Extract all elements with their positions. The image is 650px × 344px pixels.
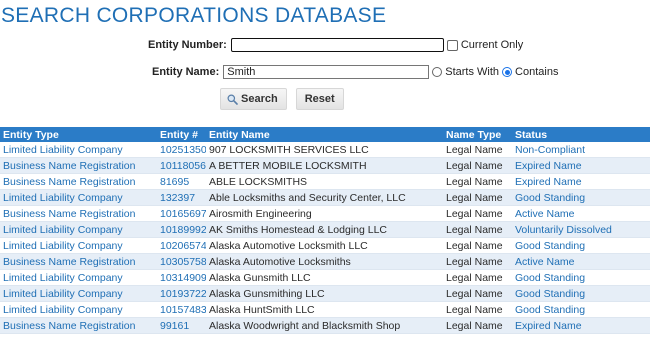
status-cell: Good Standing	[512, 189, 650, 206]
status-cell: Expired Name	[512, 317, 650, 334]
entity-name-cell: Airosmith Engineering	[206, 205, 443, 222]
table-row: Business Name Registration 99161 Alaska …	[0, 317, 650, 334]
search-form: Entity Number: Current Only Entity Name:…	[0, 37, 650, 117]
current-only-label: Current Only	[460, 39, 524, 51]
table-row: Business Name Registration 10305758 Alas…	[0, 253, 650, 270]
entity-name-cell: Able Locksmiths and Security Center, LLC	[206, 189, 443, 206]
table-row: Business Name Registration 10118056 A BE…	[0, 157, 650, 174]
entity-type-cell: Limited Liability Company	[0, 189, 157, 206]
entity-type-cell: Limited Liability Company	[0, 301, 157, 318]
entity-name-cell: 907 LOCKSMITH SERVICES LLC	[206, 142, 443, 158]
entity-name-label: Entity Name:	[152, 66, 220, 78]
entity-name-field[interactable]	[223, 65, 430, 79]
name-type-cell: Legal Name	[443, 285, 512, 302]
starts-with-radio[interactable]	[432, 67, 443, 77]
status-cell: Good Standing	[512, 301, 650, 318]
table-row: Limited Liability Company 132397 Able Lo…	[0, 189, 650, 206]
table-row: Limited Liability Company 10314909 Alask…	[0, 269, 650, 286]
table-row: Limited Liability Company 10193722 Alask…	[0, 285, 650, 302]
entity-number-link[interactable]: 99161	[157, 317, 206, 334]
name-type-cell: Legal Name	[443, 317, 512, 334]
results-table: Entity Type Entity # Entity Name Name Ty…	[0, 127, 650, 334]
form-buttons: Search Reset	[220, 88, 344, 110]
entity-type-cell: Business Name Registration	[0, 205, 157, 222]
status-cell: Voluntarily Dissolved	[512, 221, 650, 238]
name-type-cell: Legal Name	[443, 173, 512, 190]
entity-number-link[interactable]: 10165697	[157, 205, 206, 222]
status-cell: Good Standing	[512, 285, 650, 302]
entity-name-cell: Alaska HuntSmith LLC	[206, 301, 443, 318]
name-type-cell: Legal Name	[443, 237, 512, 254]
entity-type-cell: Business Name Registration	[0, 157, 157, 174]
entity-number-link[interactable]: 10206574	[157, 237, 206, 254]
header-entity-name[interactable]: Entity Name	[206, 127, 443, 142]
entity-number-link[interactable]: 10314909	[157, 269, 206, 286]
name-type-cell: Legal Name	[443, 301, 512, 318]
entity-number-link[interactable]: 10157483	[157, 301, 206, 318]
name-type-cell: Legal Name	[443, 142, 512, 158]
name-type-cell: Legal Name	[443, 269, 512, 286]
entity-name-cell: Alaska Automotive Locksmiths	[206, 253, 443, 270]
reset-button[interactable]: Reset	[295, 88, 344, 110]
table-row: Limited Liability Company 10157483 Alask…	[0, 301, 650, 318]
entity-number-link[interactable]: 132397	[157, 189, 206, 206]
header-name-type[interactable]: Name Type	[443, 127, 512, 142]
name-type-cell: Legal Name	[443, 221, 512, 238]
entity-type-cell: Business Name Registration	[0, 173, 157, 190]
entity-number-link[interactable]: 10118056	[157, 157, 206, 174]
entity-name-cell: ABLE LOCKSMITHS	[206, 173, 443, 190]
name-type-cell: Legal Name	[443, 253, 512, 270]
name-type-cell: Legal Name	[443, 189, 512, 206]
current-only-checkbox[interactable]	[446, 39, 458, 51]
entity-name-cell: Alaska Automotive Locksmith LLC	[206, 237, 443, 254]
status-cell: Expired Name	[512, 157, 650, 174]
table-header-row: Entity Type Entity # Entity Name Name Ty…	[0, 127, 650, 142]
status-cell: Active Name	[512, 253, 650, 270]
entity-number-field[interactable]	[230, 38, 444, 52]
status-cell: Active Name	[512, 205, 650, 222]
entity-name-cell: Alaska Gunsmithing LLC	[206, 285, 443, 302]
entity-number-row: Entity Number: Current Only	[148, 37, 523, 53]
status-cell: Good Standing	[512, 269, 650, 286]
contains-label: Contains	[515, 66, 559, 78]
table-row: Limited Liability Company 10251350 907 L…	[0, 142, 650, 158]
entity-number-label: Entity Number:	[148, 39, 227, 51]
entity-number-link[interactable]: 10251350	[157, 142, 206, 158]
entity-number-link[interactable]: 81695	[157, 173, 206, 190]
name-type-cell: Legal Name	[443, 205, 512, 222]
table-row: Limited Liability Company 10189992 AK Sm…	[0, 221, 650, 238]
entity-number-link[interactable]: 10193722	[157, 285, 206, 302]
entity-type-cell: Business Name Registration	[0, 253, 157, 270]
header-status[interactable]: Status	[512, 127, 650, 142]
reset-button-label: Reset	[304, 93, 335, 105]
search-icon	[227, 94, 238, 105]
search-button-label: Search	[241, 93, 278, 105]
contains-radio[interactable]	[502, 67, 513, 77]
entity-type-cell: Business Name Registration	[0, 317, 157, 334]
entity-type-cell: Limited Liability Company	[0, 221, 157, 238]
entity-name-row: Entity Name: Starts With Contains	[152, 64, 558, 80]
table-row: Business Name Registration 10165697 Airo…	[0, 205, 650, 222]
status-cell: Expired Name	[512, 173, 650, 190]
table-row: Business Name Registration 81695 ABLE LO…	[0, 173, 650, 190]
entity-name-cell: AK Smiths Homestead & Lodging LLC	[206, 221, 443, 238]
entity-type-cell: Limited Liability Company	[0, 142, 157, 158]
entity-type-cell: Limited Liability Company	[0, 237, 157, 254]
entity-type-cell: Limited Liability Company	[0, 285, 157, 302]
header-entity-type[interactable]: Entity Type	[0, 127, 157, 142]
name-type-cell: Legal Name	[443, 157, 512, 174]
status-cell: Non-Compliant	[512, 142, 650, 158]
entity-number-link[interactable]: 10305758	[157, 253, 206, 270]
entity-name-cell: Alaska Woodwright and Blacksmith Shop	[206, 317, 443, 334]
header-entity-number[interactable]: Entity #	[157, 127, 206, 142]
table-row: Limited Liability Company 10206574 Alask…	[0, 237, 650, 254]
status-cell: Good Standing	[512, 237, 650, 254]
entity-type-cell: Limited Liability Company	[0, 269, 157, 286]
page-title: SEARCH CORPORATIONS DATABASE	[1, 4, 387, 27]
entity-name-cell: Alaska Gunsmith LLC	[206, 269, 443, 286]
entity-number-link[interactable]: 10189992	[157, 221, 206, 238]
entity-name-cell: A BETTER MOBILE LOCKSMITH	[206, 157, 443, 174]
starts-with-label: Starts With	[445, 66, 500, 78]
search-button[interactable]: Search	[220, 88, 287, 110]
